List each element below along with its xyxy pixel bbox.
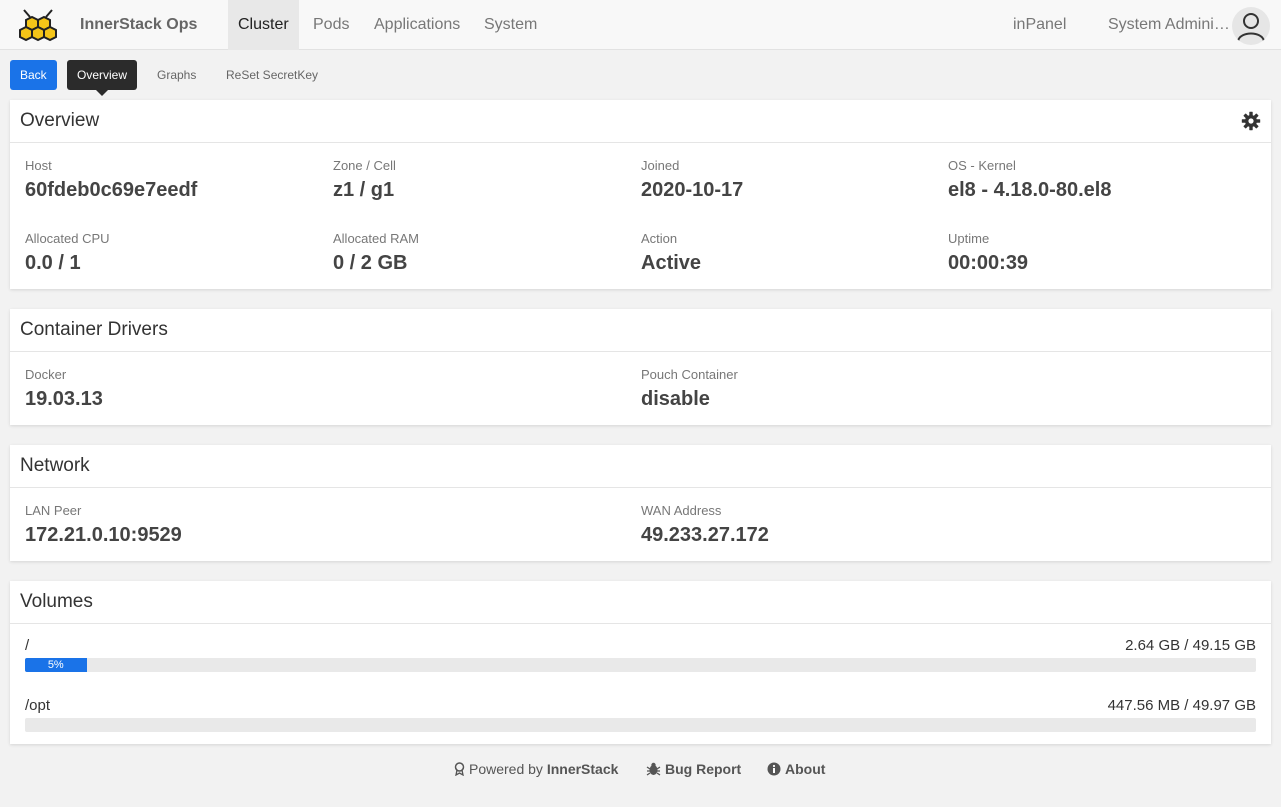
volume-usage-fill: 5%	[25, 658, 87, 672]
volumes-header: Volumes	[10, 581, 1271, 624]
field-uptime: Uptime 00:00:39	[948, 231, 1028, 275]
network-header: Network	[10, 445, 1271, 488]
nav-inpanel[interactable]: inPanel	[1003, 0, 1076, 50]
user-avatar-icon[interactable]	[1232, 7, 1270, 45]
field-host: Host 60fdeb0c69e7eedf	[25, 158, 197, 202]
field-label: LAN Peer	[25, 503, 82, 518]
powered-by[interactable]: Powered by InnerStack	[454, 761, 618, 777]
about-label: About	[785, 761, 826, 777]
field-wan-address: WAN Address 49.233.27.172	[641, 503, 769, 547]
field-allocated-cpu: Allocated CPU 0.0 / 1	[25, 231, 110, 275]
active-caret	[96, 90, 108, 96]
field-value: 49.233.27.172	[641, 524, 769, 546]
overview-title: Overview	[20, 110, 100, 131]
field-value: Active	[641, 252, 702, 274]
field-value: 172.21.0.10:9529	[25, 524, 182, 546]
field-lan-peer: LAN Peer 172.21.0.10:9529	[25, 503, 182, 547]
nav-pods[interactable]: Pods	[303, 0, 359, 50]
award-icon	[454, 762, 465, 776]
field-value: z1 / g1	[333, 179, 395, 201]
field-joined: Joined 2020-10-17	[641, 158, 743, 202]
field-value: 0 / 2 GB	[333, 252, 408, 274]
field-label: Action	[641, 231, 678, 246]
honeycomb-logo-icon[interactable]	[12, 8, 64, 44]
field-label: Host	[25, 158, 52, 173]
reset-secretkey-button[interactable]: ReSet SecretKey	[216, 60, 328, 90]
field-label: Docker	[25, 367, 67, 382]
volume-usage-bar	[25, 718, 1256, 732]
field-label: OS - Kernel	[948, 158, 1016, 173]
field-label: WAN Address	[641, 503, 722, 518]
volume-size: 447.56 MB / 49.97 GB	[1107, 697, 1256, 714]
field-value: 60fdeb0c69e7eedf	[25, 179, 198, 201]
field-label: Joined	[641, 158, 680, 173]
volume-size: 2.64 GB / 49.15 GB	[1125, 637, 1256, 654]
nav-applications[interactable]: Applications	[364, 0, 470, 50]
volumes-title: Volumes	[20, 591, 93, 612]
about-link[interactable]: About	[767, 761, 825, 777]
info-circle-icon	[767, 762, 781, 776]
footer: Powered by InnerStack Bug Report About	[0, 761, 1281, 779]
network-title: Network	[20, 455, 90, 476]
field-value: el8 - 4.18.0-80.el8	[948, 179, 1112, 201]
field-value: 00:00:39	[948, 252, 1029, 274]
container-drivers-title: Container Drivers	[20, 319, 168, 340]
overview-panel: Overview Host 60fdeb0c69e7eedf Zone / Ce…	[10, 100, 1271, 289]
powered-by-prefix: Powered by	[469, 761, 543, 777]
top-navbar: InnerStack Ops Cluster Pods Applications…	[0, 0, 1281, 50]
container-drivers-header: Container Drivers	[10, 309, 1271, 352]
nav-system[interactable]: System	[474, 0, 547, 50]
field-docker: Docker 19.03.13	[25, 367, 103, 411]
volume-usage-bar: 5%	[25, 658, 1256, 672]
bug-report-label: Bug Report	[665, 761, 742, 777]
field-pouch-container: Pouch Container disable	[641, 367, 738, 411]
field-os-kernel: OS - Kernel el8 - 4.18.0-80.el8	[948, 158, 1111, 202]
field-label: Zone / Cell	[333, 158, 396, 173]
field-zone-cell: Zone / Cell z1 / g1	[333, 158, 396, 202]
volume-name: /	[25, 637, 30, 654]
tab-overview-label: Overview	[77, 68, 128, 82]
field-value: disable	[641, 388, 710, 410]
bug-report-link[interactable]: Bug Report	[646, 761, 741, 777]
network-panel: Network LAN Peer 172.21.0.10:9529 WAN Ad…	[10, 445, 1271, 561]
bug-icon	[646, 762, 661, 776]
gear-icon[interactable]	[1241, 111, 1261, 131]
field-value: 0.0 / 1	[25, 252, 81, 274]
volumes-panel: Volumes / 2.64 GB / 49.15 GB 5% /opt 447…	[10, 581, 1271, 744]
field-allocated-ram: Allocated RAM 0 / 2 GB	[333, 231, 419, 275]
app-title[interactable]: InnerStack Ops	[80, 16, 197, 34]
field-value: 2020-10-17	[641, 179, 744, 201]
container-drivers-panel: Container Drivers Docker 19.03.13 Pouch …	[10, 309, 1271, 425]
field-value: 19.03.13	[25, 388, 103, 410]
overview-header: Overview	[10, 100, 1271, 143]
field-label: Allocated RAM	[333, 231, 419, 246]
nav-cluster[interactable]: Cluster	[228, 0, 299, 50]
back-button[interactable]: Back	[10, 60, 57, 90]
field-label: Allocated CPU	[25, 231, 110, 246]
field-label: Pouch Container	[641, 367, 738, 382]
user-name[interactable]: System Administrator	[1108, 16, 1230, 34]
field-label: Uptime	[948, 231, 990, 246]
powered-by-brand: InnerStack	[546, 761, 619, 777]
tab-overview[interactable]: Overview	[67, 60, 138, 96]
field-action: Action Active	[641, 231, 701, 275]
tab-graphs[interactable]: Graphs	[147, 60, 206, 90]
volume-name: /opt	[25, 697, 51, 714]
